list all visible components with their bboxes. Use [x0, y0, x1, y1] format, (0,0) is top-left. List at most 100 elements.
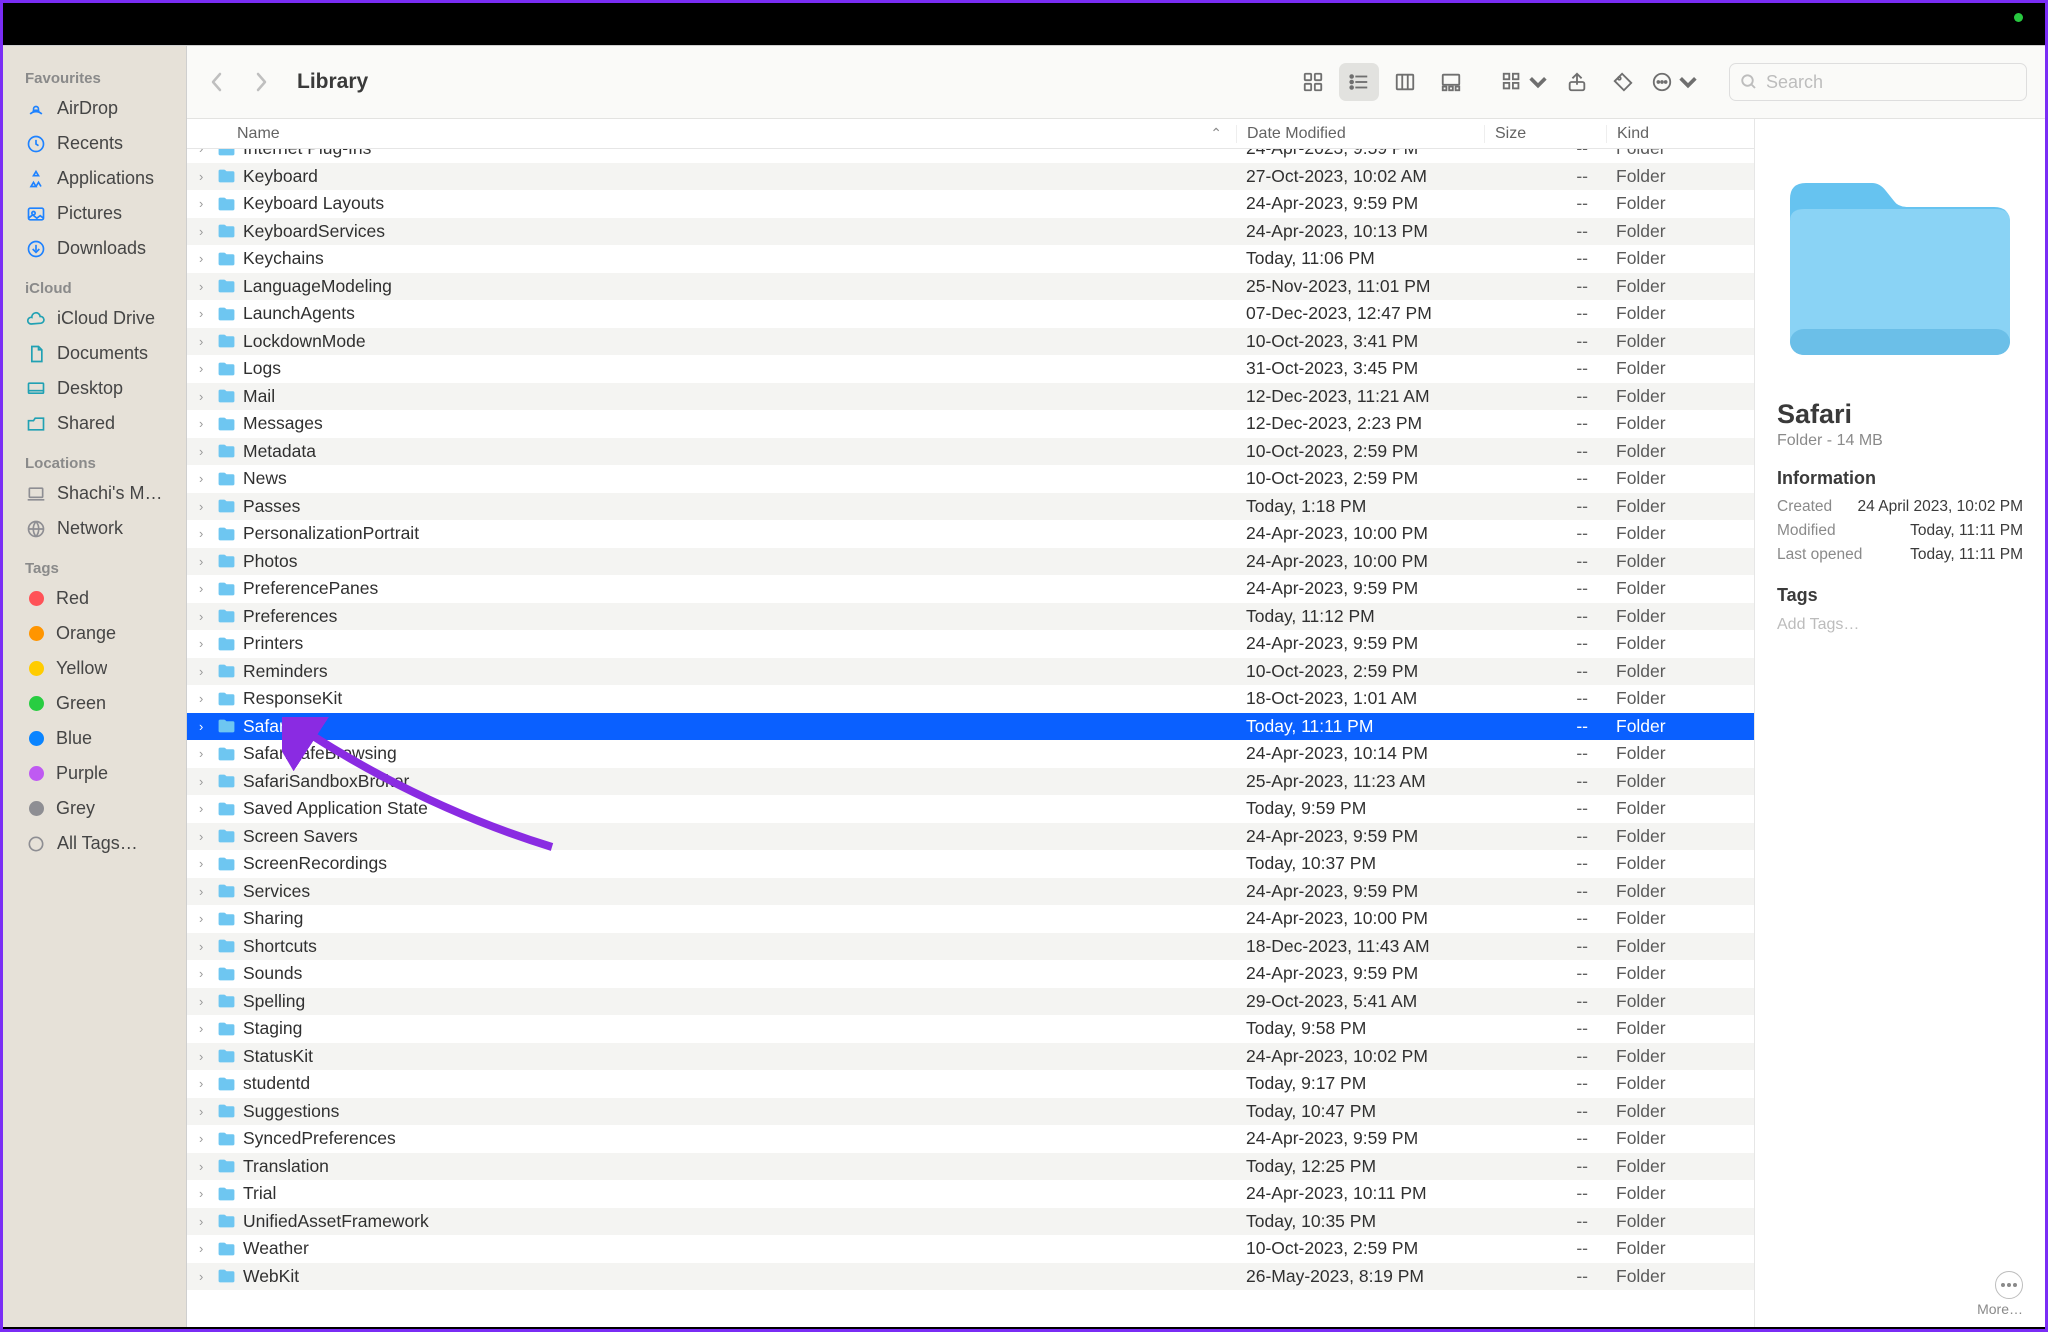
- disclosure-chevron-icon[interactable]: ›: [199, 911, 213, 926]
- table-row[interactable]: › News 10-Oct-2023, 2:59 PM -- Folder: [187, 465, 1754, 493]
- table-row[interactable]: › LockdownMode 10-Oct-2023, 3:41 PM -- F…: [187, 328, 1754, 356]
- disclosure-chevron-icon[interactable]: ›: [199, 169, 213, 184]
- disclosure-chevron-icon[interactable]: ›: [199, 224, 213, 239]
- disclosure-chevron-icon[interactable]: ›: [199, 361, 213, 376]
- disclosure-chevron-icon[interactable]: ›: [199, 664, 213, 679]
- column-header-date[interactable]: Date Modified: [1236, 125, 1484, 143]
- table-row[interactable]: › Safari Today, 11:11 PM -- Folder: [187, 713, 1754, 741]
- table-row[interactable]: › Keyboard Layouts 24-Apr-2023, 9:59 PM …: [187, 190, 1754, 218]
- table-row[interactable]: › Trial 24-Apr-2023, 10:11 PM -- Folder: [187, 1180, 1754, 1208]
- disclosure-chevron-icon[interactable]: ›: [199, 1049, 213, 1064]
- table-row[interactable]: › PersonalizationPortrait 24-Apr-2023, 1…: [187, 520, 1754, 548]
- table-row[interactable]: › Shortcuts 18-Dec-2023, 11:43 AM -- Fol…: [187, 933, 1754, 961]
- disclosure-chevron-icon[interactable]: ›: [199, 691, 213, 706]
- sidebar-item-shachi-s-m-[interactable]: Shachi's M…: [3, 476, 186, 511]
- disclosure-chevron-icon[interactable]: ›: [199, 554, 213, 569]
- table-row[interactable]: › Spelling 29-Oct-2023, 5:41 AM -- Folde…: [187, 988, 1754, 1016]
- disclosure-chevron-icon[interactable]: ›: [199, 856, 213, 871]
- disclosure-chevron-icon[interactable]: ›: [199, 1076, 213, 1091]
- sidebar-tag-grey[interactable]: Grey: [3, 791, 186, 826]
- disclosure-chevron-icon[interactable]: ›: [199, 306, 213, 321]
- disclosure-chevron-icon[interactable]: ›: [199, 444, 213, 459]
- sidebar-tag-green[interactable]: Green: [3, 686, 186, 721]
- disclosure-chevron-icon[interactable]: ›: [199, 1241, 213, 1256]
- disclosure-chevron-icon[interactable]: ›: [199, 1186, 213, 1201]
- disclosure-chevron-icon[interactable]: ›: [199, 1159, 213, 1174]
- sidebar-item-icloud-drive[interactable]: iCloud Drive: [3, 301, 186, 336]
- disclosure-chevron-icon[interactable]: ›: [199, 279, 213, 294]
- sidebar-item-downloads[interactable]: Downloads: [3, 231, 186, 266]
- disclosure-chevron-icon[interactable]: ›: [199, 966, 213, 981]
- disclosure-chevron-icon[interactable]: ›: [199, 471, 213, 486]
- disclosure-chevron-icon[interactable]: ›: [199, 196, 213, 211]
- view-icons-button[interactable]: [1293, 63, 1333, 101]
- table-row[interactable]: › Mail 12-Dec-2023, 11:21 AM -- Folder: [187, 383, 1754, 411]
- table-row[interactable]: › Internet Plug-Ins 24-Apr-2023, 9:59 PM…: [187, 149, 1754, 163]
- sidebar-tag-orange[interactable]: Orange: [3, 616, 186, 651]
- table-row[interactable]: › Sounds 24-Apr-2023, 9:59 PM -- Folder: [187, 960, 1754, 988]
- sidebar-item-pictures[interactable]: Pictures: [3, 196, 186, 231]
- disclosure-chevron-icon[interactable]: ›: [199, 499, 213, 514]
- share-button[interactable]: [1557, 63, 1597, 101]
- sidebar-item-documents[interactable]: Documents: [3, 336, 186, 371]
- table-row[interactable]: › Printers 24-Apr-2023, 9:59 PM -- Folde…: [187, 630, 1754, 658]
- table-row[interactable]: › Passes Today, 1:18 PM -- Folder: [187, 493, 1754, 521]
- search-input[interactable]: Search: [1729, 63, 2027, 101]
- table-row[interactable]: › StatusKit 24-Apr-2023, 10:02 PM -- Fol…: [187, 1043, 1754, 1071]
- sidebar-tag-yellow[interactable]: Yellow: [3, 651, 186, 686]
- sidebar-tag-red[interactable]: Red: [3, 581, 186, 616]
- disclosure-chevron-icon[interactable]: ›: [199, 719, 213, 734]
- sidebar-item-airdrop[interactable]: AirDrop: [3, 91, 186, 126]
- preview-more-button[interactable]: More…: [1777, 1271, 2023, 1317]
- table-row[interactable]: › Sharing 24-Apr-2023, 10:00 PM -- Folde…: [187, 905, 1754, 933]
- table-row[interactable]: › Weather 10-Oct-2023, 2:59 PM -- Folder: [187, 1235, 1754, 1263]
- view-list-button[interactable]: [1339, 63, 1379, 101]
- disclosure-chevron-icon[interactable]: ›: [199, 994, 213, 1009]
- disclosure-chevron-icon[interactable]: ›: [199, 251, 213, 266]
- table-row[interactable]: › Logs 31-Oct-2023, 3:45 PM -- Folder: [187, 355, 1754, 383]
- sidebar-item-all-tags[interactable]: All Tags…: [3, 826, 186, 861]
- column-header-name[interactable]: Name ⌃: [237, 125, 1236, 143]
- sidebar-item-network[interactable]: Network: [3, 511, 186, 546]
- sidebar-item-recents[interactable]: Recents: [3, 126, 186, 161]
- disclosure-chevron-icon[interactable]: ›: [199, 884, 213, 899]
- disclosure-chevron-icon[interactable]: ›: [199, 609, 213, 624]
- table-row[interactable]: › Metadata 10-Oct-2023, 2:59 PM -- Folde…: [187, 438, 1754, 466]
- table-row[interactable]: › studentd Today, 9:17 PM -- Folder: [187, 1070, 1754, 1098]
- table-row[interactable]: › Screen Savers 24-Apr-2023, 9:59 PM -- …: [187, 823, 1754, 851]
- group-by-button[interactable]: [1499, 63, 1551, 101]
- table-row[interactable]: › SafariSandboxBroker 25-Apr-2023, 11:23…: [187, 768, 1754, 796]
- table-row[interactable]: › Keyboard 27-Oct-2023, 10:02 AM -- Fold…: [187, 163, 1754, 191]
- disclosure-chevron-icon[interactable]: ›: [199, 1131, 213, 1146]
- disclosure-chevron-icon[interactable]: ›: [199, 581, 213, 596]
- table-row[interactable]: › Services 24-Apr-2023, 9:59 PM -- Folde…: [187, 878, 1754, 906]
- table-row[interactable]: › KeyboardServices 24-Apr-2023, 10:13 PM…: [187, 218, 1754, 246]
- disclosure-chevron-icon[interactable]: ›: [199, 746, 213, 761]
- table-row[interactable]: › Reminders 10-Oct-2023, 2:59 PM -- Fold…: [187, 658, 1754, 686]
- sidebar-item-applications[interactable]: Applications: [3, 161, 186, 196]
- disclosure-chevron-icon[interactable]: ›: [199, 149, 213, 156]
- view-gallery-button[interactable]: [1431, 63, 1471, 101]
- disclosure-chevron-icon[interactable]: ›: [199, 526, 213, 541]
- disclosure-chevron-icon[interactable]: ›: [199, 1214, 213, 1229]
- nav-forward-button[interactable]: [243, 64, 279, 100]
- table-row[interactable]: › LanguageModeling 25-Nov-2023, 11:01 PM…: [187, 273, 1754, 301]
- table-row[interactable]: › PreferencePanes 24-Apr-2023, 9:59 PM -…: [187, 575, 1754, 603]
- table-row[interactable]: › WebKit 26-May-2023, 8:19 PM -- Folder: [187, 1263, 1754, 1291]
- table-row[interactable]: › Suggestions Today, 10:47 PM -- Folder: [187, 1098, 1754, 1126]
- disclosure-chevron-icon[interactable]: ›: [199, 416, 213, 431]
- disclosure-chevron-icon[interactable]: ›: [199, 1021, 213, 1036]
- table-row[interactable]: › Keychains Today, 11:06 PM -- Folder: [187, 245, 1754, 273]
- disclosure-chevron-icon[interactable]: ›: [199, 334, 213, 349]
- table-row[interactable]: › UnifiedAssetFramework Today, 10:35 PM …: [187, 1208, 1754, 1236]
- sidebar-item-desktop[interactable]: Desktop: [3, 371, 186, 406]
- table-row[interactable]: › ScreenRecordings Today, 10:37 PM -- Fo…: [187, 850, 1754, 878]
- disclosure-chevron-icon[interactable]: ›: [199, 829, 213, 844]
- sidebar-tag-purple[interactable]: Purple: [3, 756, 186, 791]
- table-row[interactable]: › SyncedPreferences 24-Apr-2023, 9:59 PM…: [187, 1125, 1754, 1153]
- action-menu-button[interactable]: [1649, 63, 1701, 101]
- sidebar-item-shared[interactable]: Shared: [3, 406, 186, 441]
- table-row[interactable]: › Messages 12-Dec-2023, 2:23 PM -- Folde…: [187, 410, 1754, 438]
- view-columns-button[interactable]: [1385, 63, 1425, 101]
- add-tags-input[interactable]: Add Tags…: [1777, 616, 2023, 634]
